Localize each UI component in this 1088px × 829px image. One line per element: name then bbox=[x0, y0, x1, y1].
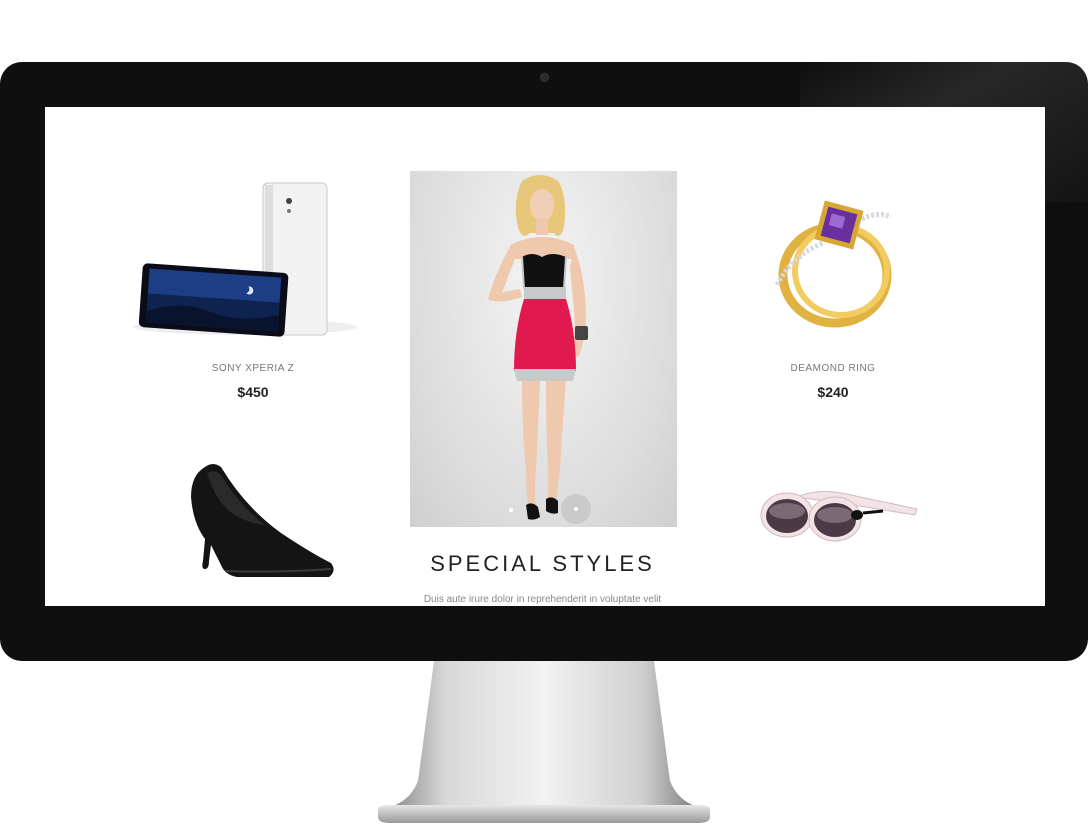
product-image-ring[interactable] bbox=[763, 193, 907, 335]
featured-description: Duis aute irure dolor in reprehenderit i… bbox=[423, 594, 662, 605]
product-price-ring: $240 bbox=[817, 384, 849, 400]
carousel-dot[interactable] bbox=[509, 508, 513, 512]
screen: SONY XPERIA Z $450 SPECIAL STYLES Duis a… bbox=[45, 107, 1045, 606]
product-price-phone: $450 bbox=[237, 384, 269, 400]
product-name-phone[interactable]: SONY XPERIA Z bbox=[153, 363, 353, 374]
monitor-stand bbox=[378, 661, 710, 823]
featured-title: SPECIAL STYLES bbox=[430, 551, 655, 576]
webcam-icon bbox=[540, 73, 549, 82]
product-image-phone[interactable] bbox=[129, 181, 361, 339]
featured-model-image[interactable] bbox=[410, 171, 677, 527]
product-image-shoe[interactable] bbox=[185, 461, 341, 585]
product-image-sunglasses[interactable] bbox=[757, 485, 921, 551]
product-name-ring[interactable]: DEAMOND RING bbox=[733, 363, 933, 374]
carousel-dot-active[interactable] bbox=[561, 494, 591, 524]
